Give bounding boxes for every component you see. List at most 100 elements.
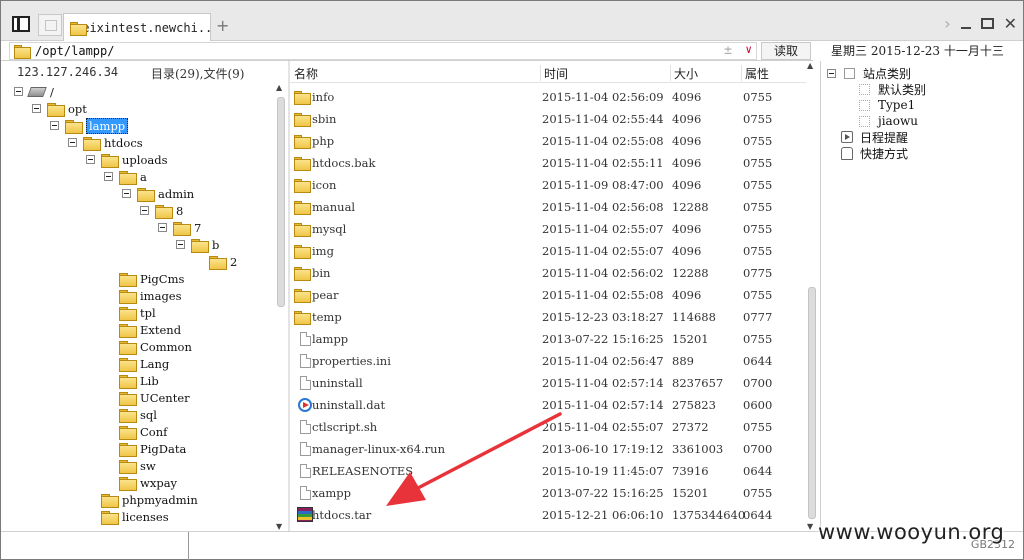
tree-item[interactable]: Lib bbox=[104, 372, 159, 389]
collapse-icon[interactable] bbox=[86, 155, 95, 164]
file-list-scrollbar[interactable]: ▲ ▼ bbox=[806, 61, 818, 531]
tree-item[interactable]: b bbox=[176, 236, 219, 253]
file-row[interactable]: php 2015-11-04 02:55:08 4096 0755 bbox=[290, 130, 805, 152]
folder-icon bbox=[119, 272, 137, 287]
file-row[interactable]: htdocs.tar 2015-12-21 06:06:10 1375344640 0… bbox=[290, 504, 805, 526]
tree-item[interactable]: sql bbox=[104, 406, 157, 423]
collapse-icon[interactable] bbox=[32, 104, 41, 113]
file-row[interactable]: info 2015-11-04 02:56:09 4096 0755 bbox=[290, 86, 805, 108]
tree-item[interactable]: Common bbox=[104, 338, 192, 355]
bookmark-item[interactable]: 快捷方式 bbox=[841, 145, 908, 161]
read-button[interactable]: 读取 bbox=[761, 42, 811, 60]
tree-item[interactable]: UCenter bbox=[104, 389, 190, 406]
file-row[interactable]: mysql 2015-11-04 02:55:07 4096 0755 bbox=[290, 218, 805, 240]
bookmark-label: 日程提醒 bbox=[860, 130, 909, 145]
bookmark-item[interactable]: 默认类别 bbox=[859, 81, 926, 97]
tree-item[interactable]: sw bbox=[104, 457, 156, 474]
file-row[interactable]: manager-linux-x64.run 2013-06-10 17:19:12… bbox=[290, 438, 805, 460]
bookmark-item[interactable]: 日程提醒 bbox=[841, 129, 908, 145]
file-row[interactable]: RELEASENOTES 2015-10-19 11:45:07 73916 0644 bbox=[290, 460, 805, 482]
column-size[interactable]: 大小 bbox=[670, 65, 698, 81]
collapse-icon[interactable] bbox=[68, 138, 77, 147]
blank-tab-icon bbox=[45, 20, 57, 31]
file-size: 15201 bbox=[672, 486, 709, 500]
tree-item[interactable]: / bbox=[14, 83, 54, 100]
tree-header: 123.127.246.34 目录(29),文件(9) bbox=[1, 61, 288, 83]
file-row[interactable]: lampp 2013-07-22 15:16:25 15201 0755 bbox=[290, 328, 805, 350]
tree-item[interactable]: lampp bbox=[50, 117, 129, 134]
maximize-icon[interactable] bbox=[980, 18, 994, 29]
file-row[interactable]: sbin 2015-11-04 02:55:44 4096 0755 bbox=[290, 108, 805, 130]
tree-item-label: licenses bbox=[122, 509, 169, 524]
tree-item[interactable]: Extend bbox=[104, 321, 181, 338]
tree-item[interactable]: uploads bbox=[86, 151, 168, 168]
tree-scrollbar[interactable]: ▲ ▼ bbox=[275, 83, 287, 531]
tree-item[interactable]: Lang bbox=[104, 355, 169, 372]
file-row[interactable]: uninstall 2015-11-04 02:57:14 8237657 0700 bbox=[290, 372, 805, 394]
collapse-icon[interactable] bbox=[176, 240, 185, 249]
file-row[interactable]: htdocs.bak 2015-11-04 02:55:11 4096 0755 bbox=[290, 152, 805, 174]
tree-item[interactable]: htdocs bbox=[68, 134, 143, 151]
file-row[interactable]: temp 2015-12-23 03:18:27 114688 0777 bbox=[290, 306, 805, 328]
blank-tab[interactable] bbox=[38, 14, 62, 36]
tree-item[interactable]: a bbox=[104, 168, 147, 185]
bookmark-add-button[interactable]: ± bbox=[724, 43, 732, 58]
collapse-icon[interactable] bbox=[140, 206, 149, 215]
scroll-thumb[interactable] bbox=[808, 287, 816, 519]
column-permissions[interactable]: 属性 bbox=[741, 65, 769, 81]
tree-item[interactable]: licenses bbox=[86, 508, 169, 525]
collapse-icon[interactable] bbox=[158, 223, 167, 232]
tree-item-label: 7 bbox=[194, 220, 202, 235]
close-icon[interactable]: ✕ bbox=[1004, 15, 1017, 31]
scroll-down-icon[interactable]: ▼ bbox=[276, 522, 282, 531]
minimize-icon[interactable] bbox=[960, 26, 971, 29]
file-row[interactable]: bin 2015-11-04 02:56:02 12288 0775 bbox=[290, 262, 805, 284]
tree-item[interactable]: 2 bbox=[194, 253, 237, 270]
tree-item-label: wxpay bbox=[140, 475, 178, 490]
collapse-icon[interactable] bbox=[14, 87, 23, 96]
file-row[interactable]: properties.ini 2015-11-04 02:56:47 889 0644 bbox=[290, 350, 805, 372]
file-row[interactable]: uninstall.dat 2015-11-04 02:57:14 275823 06… bbox=[290, 394, 805, 416]
tab-active[interactable]: weixintest.newchi... bbox=[63, 13, 211, 41]
new-tab-button[interactable]: + bbox=[216, 16, 229, 35]
file-name: RELEASENOTES bbox=[312, 464, 414, 478]
bookmark-item[interactable]: Type1 bbox=[859, 97, 915, 113]
tree-item[interactable]: PigCms bbox=[104, 270, 184, 287]
category-icon bbox=[844, 67, 855, 79]
collapse-icon[interactable] bbox=[104, 172, 113, 181]
column-name[interactable]: 名称 bbox=[290, 65, 318, 81]
tree-item[interactable]: opt bbox=[32, 100, 87, 117]
scroll-up-icon[interactable]: ▲ bbox=[276, 83, 282, 92]
collapse-icon[interactable] bbox=[50, 121, 59, 130]
file-row[interactable]: xampp 2013-07-22 15:16:25 15201 0755 bbox=[290, 482, 805, 504]
collapse-icon[interactable] bbox=[827, 68, 836, 78]
column-time[interactable]: 时间 bbox=[540, 65, 568, 81]
sidebar-toggle-icon[interactable] bbox=[12, 16, 30, 32]
tree-item[interactable]: admin bbox=[122, 185, 194, 202]
file-row[interactable]: pear 2015-11-04 02:55:08 4096 0755 bbox=[290, 284, 805, 306]
file-row[interactable]: manual 2015-11-04 02:56:08 12288 0755 bbox=[290, 196, 805, 218]
file-row[interactable]: ctlscript.sh 2015-11-04 02:55:07 27372 0755 bbox=[290, 416, 805, 438]
file-row[interactable]: img 2015-11-04 02:55:07 4096 0755 bbox=[290, 240, 805, 262]
bookmark-item[interactable]: jiaowu bbox=[859, 113, 918, 129]
folder-icon bbox=[14, 45, 31, 59]
path-input[interactable]: /opt/lampp/ ± ∨ bbox=[9, 42, 757, 60]
scroll-thumb[interactable] bbox=[277, 97, 285, 307]
collapse-icon[interactable] bbox=[122, 189, 131, 198]
file-permissions: 0755 bbox=[743, 486, 773, 500]
bookmark-item[interactable]: 站点类别 bbox=[827, 65, 911, 81]
tree-item[interactable]: tpl bbox=[104, 304, 156, 321]
path-dropdown-button[interactable]: ∨ bbox=[745, 43, 752, 56]
tree-item-label: Extend bbox=[140, 322, 182, 337]
tree-item[interactable]: images bbox=[104, 287, 182, 304]
scroll-up-icon[interactable]: ▲ bbox=[807, 61, 813, 70]
tree-item[interactable]: 8 bbox=[140, 202, 183, 219]
tree-item[interactable]: wxpay bbox=[104, 474, 177, 491]
tree-item[interactable]: PigData bbox=[104, 440, 186, 457]
tree-item[interactable]: 7 bbox=[158, 219, 201, 236]
chevron-right-icon[interactable]: › bbox=[944, 14, 950, 33]
file-row[interactable]: icon 2015-11-09 08:47:00 4096 0755 bbox=[290, 174, 805, 196]
tree-item[interactable]: phpmyadmin bbox=[86, 491, 198, 508]
tree-item[interactable]: Conf bbox=[104, 423, 167, 440]
scroll-down-icon[interactable]: ▼ bbox=[807, 522, 813, 531]
